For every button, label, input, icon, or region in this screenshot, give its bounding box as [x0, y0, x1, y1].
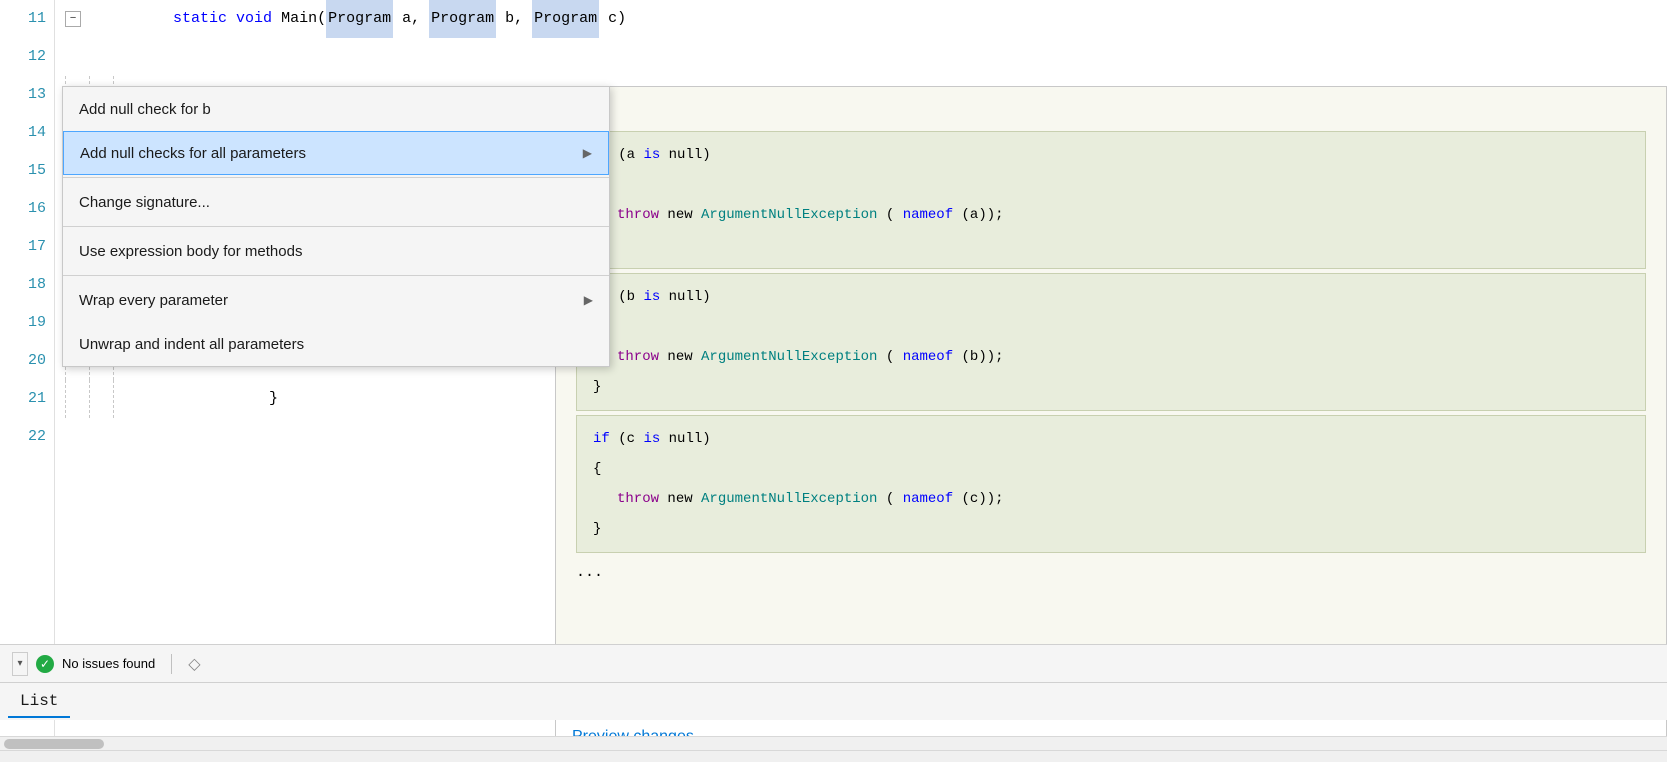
line-num-16: 16 — [0, 190, 46, 228]
preview-a-close: } — [593, 230, 1629, 260]
line-num-14: 14 — [0, 114, 46, 152]
status-separator — [171, 654, 172, 674]
preview-block-b: if (b is null) { throw new ArgumentNullE… — [576, 273, 1646, 411]
preview-b-brace: { — [593, 312, 1629, 342]
preview-ellipsis: ... — [576, 557, 1646, 589]
preview-a-throw: throw new ArgumentNullException ( nameof… — [593, 200, 1629, 230]
bottom-tab-bar: List — [0, 682, 1667, 720]
keyword-void: void — [236, 0, 272, 38]
preview-c-if: if (c is null) — [593, 424, 1629, 454]
preview-a-brace: { — [593, 170, 1629, 200]
preview-c-brace: { — [593, 454, 1629, 484]
menu-item-change-signature[interactable]: Change signature... — [63, 180, 609, 224]
menu-separator-2 — [63, 226, 609, 227]
collapse-button[interactable]: − — [65, 11, 81, 27]
scrollbar-horizontal[interactable] — [0, 736, 1667, 750]
line-num-11: 11 — [0, 0, 46, 38]
scrollbar-bottom — [0, 750, 1667, 762]
submenu-arrow-wrap: ▶ — [584, 293, 593, 307]
preview-b-if: if (b is null) — [593, 282, 1629, 312]
preview-c-close: } — [593, 514, 1629, 544]
preview-brace-open: { — [576, 97, 1646, 129]
line-num-18: 18 — [0, 266, 46, 304]
menu-item-add-null-all[interactable]: Add null checks for all parameters ▶ — [63, 131, 609, 175]
line-num-13: 13 — [0, 76, 46, 114]
line-num-21: 21 — [0, 380, 46, 418]
status-bar: ▾ ✓ No issues found ◇ — [0, 644, 1667, 682]
menu-item-wrap-parameter[interactable]: Wrap every parameter ▶ — [63, 278, 609, 322]
menu-item-unwrap[interactable]: Unwrap and indent all parameters — [63, 322, 609, 366]
menu-separator-3 — [63, 275, 609, 276]
menu-item-add-null-b[interactable]: Add null check for b — [63, 87, 609, 131]
preview-c-throw: throw new ArgumentNullException ( nameof… — [593, 484, 1629, 514]
line-num-15: 15 — [0, 152, 46, 190]
menu-item-use-expression[interactable]: Use expression body for methods — [63, 229, 609, 273]
param-a-type: Program — [326, 0, 393, 38]
context-menu: Add null check for b Add null checks for… — [62, 86, 610, 367]
line-num-20: 20 — [0, 342, 46, 380]
editor-container: 11 12 13 14 15 16 17 18 19 20 21 22 − st… — [0, 0, 1667, 762]
param-c-type: Program — [532, 0, 599, 38]
status-dropdown[interactable]: ▾ — [12, 652, 28, 676]
preview-b-close: } — [593, 372, 1629, 402]
keyword-static: static — [173, 0, 227, 38]
menu-separator-1 — [63, 177, 609, 178]
line-num-19: 19 — [0, 304, 46, 342]
scrollbar-thumb[interactable] — [4, 739, 104, 749]
preview-block-c: if (c is null) { throw new ArgumentNullE… — [576, 415, 1646, 553]
line-num-22: 22 — [0, 418, 46, 456]
code-line-11: − static void Main( Program a, Program b… — [65, 0, 1667, 38]
line-num-12: 12 — [0, 38, 46, 76]
status-text: No issues found — [62, 656, 155, 671]
dropdown-arrow-icon: ▾ — [17, 658, 22, 669]
code-line-12 — [65, 38, 1667, 76]
tab-list[interactable]: List — [8, 686, 70, 718]
preview-b-throw: throw new ArgumentNullException ( nameof… — [593, 342, 1629, 372]
preview-block-a: if (a is null) { throw new ArgumentNullE… — [576, 131, 1646, 269]
preview-a-if: if (a is null) — [593, 140, 1629, 170]
line-num-17: 17 — [0, 228, 46, 266]
preview-code-area: { if (a is null) { throw new ArgumentNul… — [556, 87, 1666, 711]
tag-icon: ◇ — [188, 654, 200, 674]
submenu-arrow-all: ▶ — [583, 146, 592, 160]
status-ok-icon: ✓ — [36, 655, 54, 673]
param-b-type: Program — [429, 0, 496, 38]
